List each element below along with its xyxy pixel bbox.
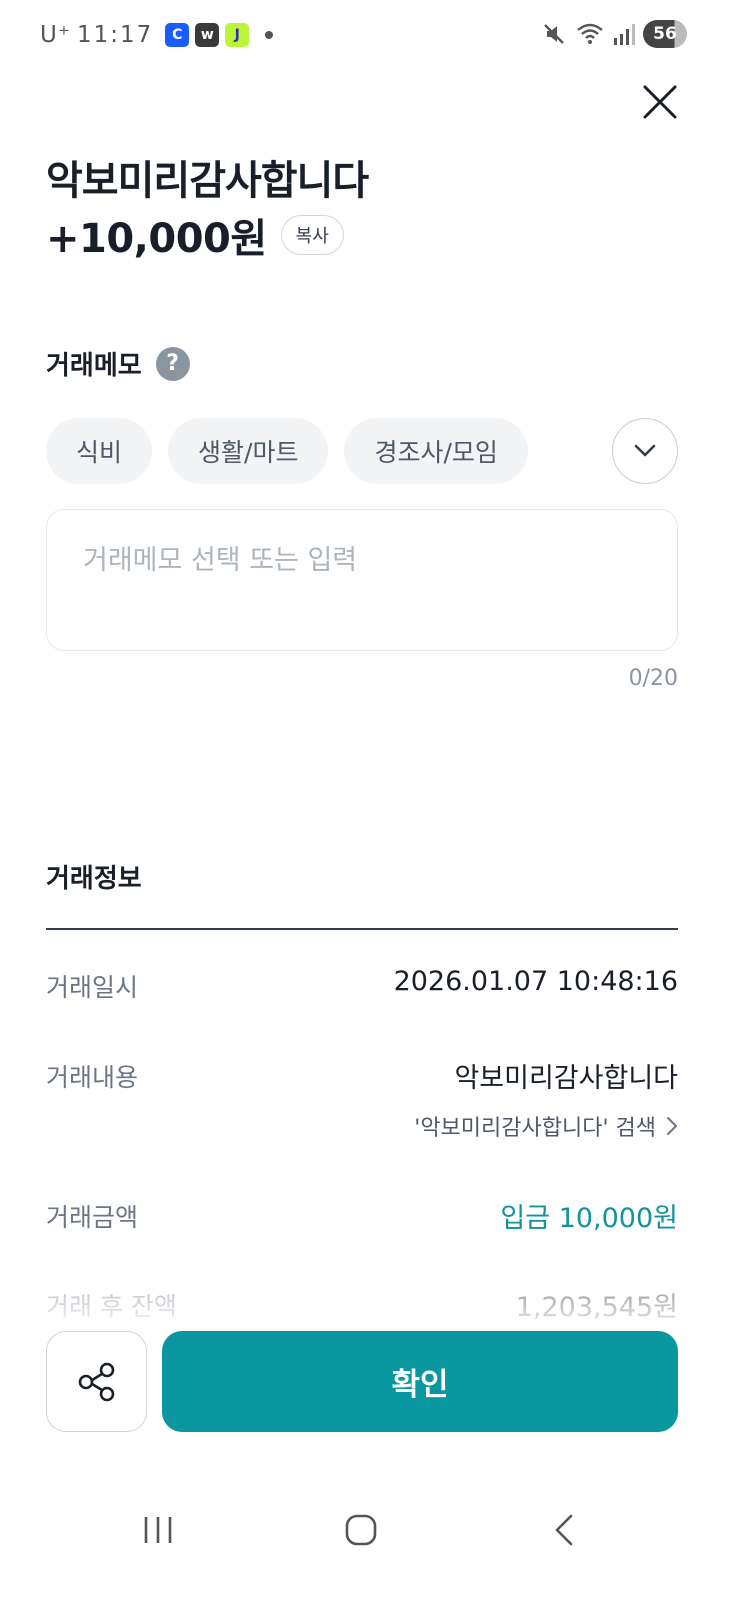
status-right: 56 — [541, 20, 687, 48]
system-nav-bar — [0, 1470, 743, 1610]
confirm-button[interactable]: 확인 — [162, 1331, 678, 1432]
memo-label: 거래메모 — [46, 351, 142, 381]
scroll-fade-overlay — [0, 1296, 743, 1336]
description-value: 악보미리감사합니다 — [454, 1063, 678, 1094]
amount-label: 거래금액 — [46, 1203, 139, 1232]
refresh-app-icon: C — [165, 23, 190, 47]
mute-icon — [544, 24, 564, 44]
recent-apps-button[interactable] — [128, 1500, 188, 1560]
transaction-amount: +10,000원 — [46, 216, 267, 262]
status-bar: U⁺ 11:17 C w J 56 — [0, 0, 743, 72]
info-section-title: 거래정보 — [46, 864, 142, 894]
back-button[interactable] — [534, 1500, 594, 1560]
memo-chip-food[interactable]: 식비 — [46, 418, 153, 484]
memo-chip-events[interactable]: 경조사/모임 — [344, 418, 528, 484]
recent-apps-icon — [144, 1517, 172, 1543]
share-button[interactable] — [46, 1331, 147, 1432]
w-app-icon: w — [195, 23, 220, 47]
status-time: 11:17 — [76, 22, 154, 48]
transaction-title: 악보미리감사합니다 — [46, 158, 369, 204]
back-icon — [555, 1514, 573, 1546]
battery-indicator: 56 — [643, 20, 687, 48]
lime-app-icon: J — [225, 23, 250, 47]
search-link-label: '악보미리감사합니다' 검색 — [414, 1116, 656, 1141]
chip-fade-overlay — [590, 410, 614, 492]
date-value: 2026.01.07 10:48:16 — [393, 966, 678, 997]
info-divider — [46, 928, 678, 930]
copy-button[interactable]: 복사 — [280, 215, 344, 255]
home-button[interactable] — [331, 1500, 391, 1560]
status-left: U⁺ 11:17 C w J — [40, 22, 274, 48]
help-icon[interactable]: ? — [155, 346, 190, 381]
chevron-down-icon — [634, 444, 656, 457]
memo-char-count: 0/20 — [628, 666, 678, 691]
amount-value: 입금 10,000원 — [500, 1203, 678, 1234]
memo-header: 거래메모 ? — [46, 345, 190, 382]
amount-row: +10,000원 복사 — [46, 206, 344, 264]
signal-icon — [614, 24, 635, 45]
search-description-link[interactable]: '악보미리감사합니다' 검색 — [414, 1110, 678, 1142]
expand-chips-button[interactable] — [612, 418, 678, 484]
home-icon — [345, 1514, 377, 1546]
memo-chip-living[interactable]: 생활/마트 — [168, 418, 329, 484]
wifi-icon — [577, 23, 603, 44]
chevron-right-icon — [667, 1117, 677, 1135]
transaction-detail-screen: U⁺ 11:17 C w J 56 악보미리감사합니다 +10,000원 복사 … — [0, 0, 743, 1610]
date-label: 거래일시 — [46, 973, 139, 1002]
close-icon — [643, 85, 677, 119]
close-button[interactable] — [640, 82, 680, 122]
notification-dot-icon — [265, 31, 274, 39]
description-label: 거래내용 — [46, 1063, 139, 1092]
carrier-label: U⁺ — [40, 22, 71, 48]
memo-input[interactable] — [46, 509, 678, 651]
share-icon — [78, 1362, 114, 1401]
memo-chip-list: 식비 생활/마트 경조사/모임 — [46, 418, 528, 484]
